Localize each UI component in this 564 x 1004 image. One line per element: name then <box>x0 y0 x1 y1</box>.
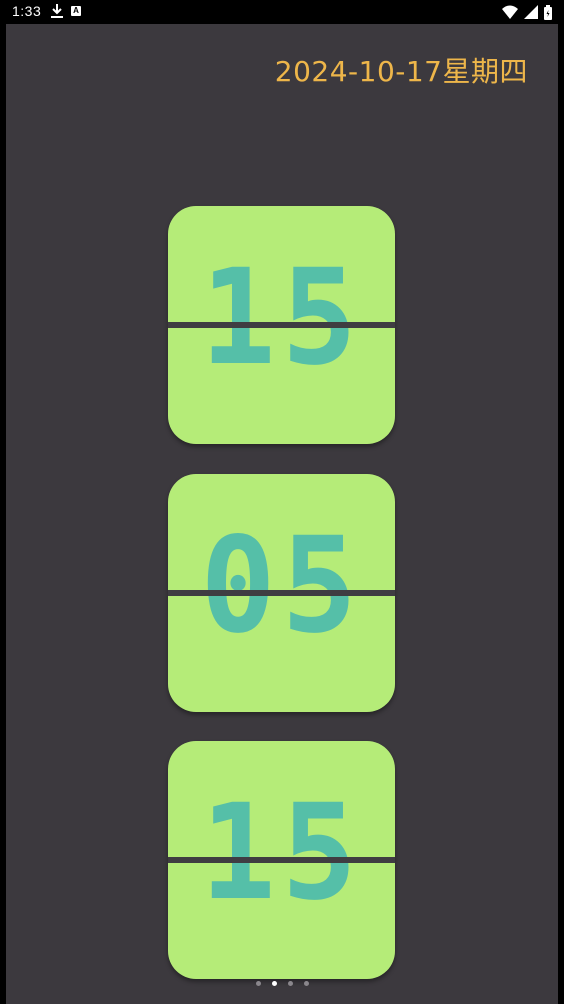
minutes-digits: 05 <box>200 509 363 663</box>
minutes-card: 05 <box>168 474 395 712</box>
date-label: 2024-10-17星期四 <box>274 55 528 88</box>
status-bar: 1:33 A <box>0 0 564 24</box>
hours-digits: 15 <box>200 241 363 395</box>
download-icon <box>51 4 63 18</box>
hours-card: 15 <box>168 206 395 444</box>
pager-dot[interactable] <box>287 981 293 986</box>
font-a-icon: A <box>71 6 81 16</box>
minutes-card-divider <box>168 590 395 596</box>
seconds-card: 15 <box>168 741 395 979</box>
seconds-card-divider <box>168 857 395 863</box>
status-right-icons <box>502 4 552 20</box>
pager-dot[interactable] <box>255 981 261 986</box>
page-indicator[interactable] <box>6 981 558 986</box>
battery-icon <box>544 4 552 20</box>
wifi-icon <box>502 5 518 19</box>
pager-dot[interactable] <box>303 981 309 986</box>
hours-card-divider <box>168 322 395 328</box>
pager-dot[interactable] <box>271 981 277 986</box>
signal-icon <box>524 5 538 19</box>
status-time: 1:33 <box>12 3 42 19</box>
seconds-digits: 15 <box>200 776 363 930</box>
flip-clock-screen[interactable]: 2024-10-17星期四 15 05 15 <box>6 24 558 1004</box>
